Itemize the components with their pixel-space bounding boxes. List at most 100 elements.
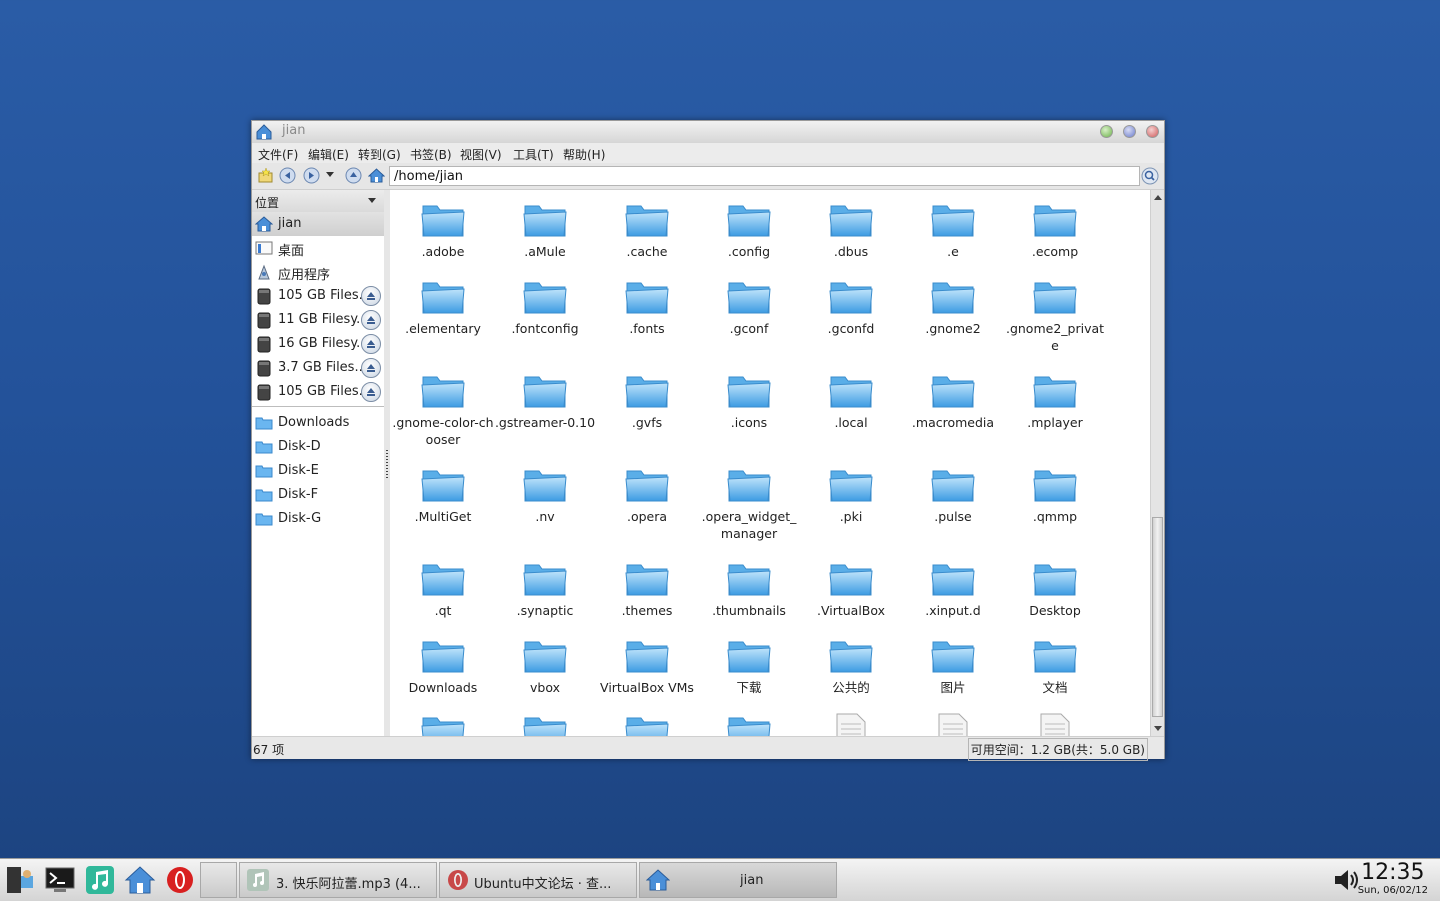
folder-item[interactable]: vbox xyxy=(494,636,596,696)
folder-item[interactable]: .e xyxy=(902,200,1004,260)
folder-item[interactable] xyxy=(698,712,800,736)
task-opera-browser[interactable]: Ubuntu中文论坛 · 查... xyxy=(439,862,637,898)
folder-item[interactable] xyxy=(596,712,698,736)
folder-item[interactable]: .aMule xyxy=(494,200,596,260)
folder-item[interactable]: .pki xyxy=(800,465,902,525)
task-empty-slot[interactable] xyxy=(200,862,237,898)
folder-item[interactable]: .cache xyxy=(596,200,698,260)
home-icon[interactable] xyxy=(368,167,385,184)
minimize-button[interactable] xyxy=(1100,125,1113,138)
maximize-button[interactable] xyxy=(1123,125,1136,138)
scrollbar-thumb[interactable] xyxy=(1152,517,1163,717)
clock[interactable]: 12:35 Sun, 06/02/12 xyxy=(1358,861,1428,897)
history-dropdown-icon[interactable] xyxy=(324,168,336,180)
title-bar[interactable]: jian xyxy=(252,121,1164,144)
vertical-scrollbar[interactable] xyxy=(1150,190,1164,736)
scroll-down-icon[interactable] xyxy=(1154,726,1162,731)
task-music-player[interactable]: 3. 快乐阿拉蕾.mp3 (4... xyxy=(239,862,437,898)
sidebar-item-drive[interactable]: 3.7 GB Files... xyxy=(252,356,384,380)
folder-item[interactable]: VirtualBox VMs xyxy=(596,636,698,696)
folder-item[interactable]: .opera_widget_manager xyxy=(698,465,800,542)
menu-view[interactable]: 视图(V) xyxy=(460,146,502,163)
folder-item[interactable]: 文档 xyxy=(1004,636,1106,696)
folder-item[interactable]: .fonts xyxy=(596,277,698,337)
forward-arrow-icon[interactable] xyxy=(303,167,320,184)
scroll-up-icon[interactable] xyxy=(1154,195,1162,200)
folder-item[interactable]: .gnome2 xyxy=(902,277,1004,337)
folder-item[interactable]: .opera xyxy=(596,465,698,525)
folder-item[interactable]: .themes xyxy=(596,559,698,619)
folder-item[interactable]: .pulse xyxy=(902,465,1004,525)
sidebar-item-applications[interactable]: 应用程序 xyxy=(252,260,384,284)
sidebar-item-drive[interactable]: 105 GB Files... xyxy=(252,380,384,404)
new-tab-icon[interactable] xyxy=(257,167,274,184)
file-item[interactable] xyxy=(800,712,902,736)
folder-item[interactable]: .xinput.d xyxy=(902,559,1004,619)
folder-item[interactable]: .qmmp xyxy=(1004,465,1106,525)
eject-button[interactable] xyxy=(361,310,381,330)
eject-button[interactable] xyxy=(361,334,381,354)
folder-item[interactable]: .gstreamer-0.10 xyxy=(494,371,596,431)
task-file-manager[interactable]: jian xyxy=(639,862,837,898)
folder-item[interactable]: Downloads xyxy=(392,636,494,696)
go-button-icon[interactable] xyxy=(1140,166,1160,186)
folder-item[interactable]: .gvfs xyxy=(596,371,698,431)
eject-button[interactable] xyxy=(361,358,381,378)
folder-item[interactable]: 下载 xyxy=(698,636,800,696)
folder-item[interactable]: .synaptic xyxy=(494,559,596,619)
file-item[interactable] xyxy=(902,712,1004,736)
folder-item[interactable]: .MultiGet xyxy=(392,465,494,525)
file-manager-launcher-icon[interactable] xyxy=(4,864,36,896)
address-bar[interactable]: /home/jian xyxy=(389,166,1140,186)
music-player-icon[interactable] xyxy=(84,864,116,896)
eject-button[interactable] xyxy=(361,286,381,306)
folder-item[interactable]: .ecomp xyxy=(1004,200,1106,260)
home-folder-icon[interactable] xyxy=(124,864,156,896)
menu-tools[interactable]: 工具(T) xyxy=(513,146,554,163)
folder-item[interactable]: .gnome2_private xyxy=(1004,277,1106,354)
up-arrow-icon[interactable] xyxy=(345,167,362,184)
folder-item[interactable]: .adobe xyxy=(392,200,494,260)
folder-item[interactable]: .VirtualBox xyxy=(800,559,902,619)
menu-help[interactable]: 帮助(H) xyxy=(563,146,605,163)
chevron-down-icon[interactable] xyxy=(368,198,376,203)
sidebar-item-drive[interactable]: 105 GB Files... xyxy=(252,284,384,308)
close-button[interactable] xyxy=(1146,125,1159,138)
folder-item[interactable]: .thumbnails xyxy=(698,559,800,619)
folder-item[interactable]: .gconf xyxy=(698,277,800,337)
sidebar-item-drive[interactable]: 11 GB Filesy... xyxy=(252,308,384,332)
folder-item[interactable]: 公共的 xyxy=(800,636,902,696)
folder-item[interactable]: .gconfd xyxy=(800,277,902,337)
folder-item[interactable]: 图片 xyxy=(902,636,1004,696)
folder-item[interactable]: .macromedia xyxy=(902,371,1004,431)
sidebar-item-desktop[interactable]: 桌面 xyxy=(252,236,384,260)
folder-item[interactable] xyxy=(494,712,596,736)
menu-bookmarks[interactable]: 书签(B) xyxy=(410,146,452,163)
sidebar-header[interactable]: 位置 xyxy=(252,190,384,212)
sidebar-item-disk-d[interactable]: Disk-D xyxy=(252,435,384,459)
folder-item[interactable]: .icons xyxy=(698,371,800,431)
opera-browser-icon[interactable] xyxy=(164,864,196,896)
folder-item[interactable]: .local xyxy=(800,371,902,431)
sidebar-item-disk-e[interactable]: Disk-E xyxy=(252,459,384,483)
folder-item[interactable]: .elementary xyxy=(392,277,494,337)
menu-edit[interactable]: 编辑(E) xyxy=(308,146,349,163)
sidebar-item-downloads[interactable]: Downloads xyxy=(252,411,384,435)
folder-item[interactable]: .gnome-color-chooser xyxy=(392,371,494,448)
sidebar-item-disk-g[interactable]: Disk-G xyxy=(252,507,384,531)
terminal-icon[interactable] xyxy=(44,864,76,896)
sidebar-item-disk-f[interactable]: Disk-F xyxy=(252,483,384,507)
folder-item[interactable]: .qt xyxy=(392,559,494,619)
menu-file[interactable]: 文件(F) xyxy=(258,146,298,163)
sidebar-item-home[interactable]: jian xyxy=(252,212,384,236)
folder-item[interactable]: .nv xyxy=(494,465,596,525)
folder-item[interactable]: .dbus xyxy=(800,200,902,260)
sidebar-item-drive[interactable]: 16 GB Filesy... xyxy=(252,332,384,356)
eject-button[interactable] xyxy=(361,382,381,402)
folder-item[interactable] xyxy=(392,712,494,736)
folder-item[interactable]: .config xyxy=(698,200,800,260)
folder-item[interactable]: .fontconfig xyxy=(494,277,596,337)
folder-item[interactable]: Desktop xyxy=(1004,559,1106,619)
menu-go[interactable]: 转到(G) xyxy=(358,146,401,163)
back-arrow-icon[interactable] xyxy=(279,167,296,184)
